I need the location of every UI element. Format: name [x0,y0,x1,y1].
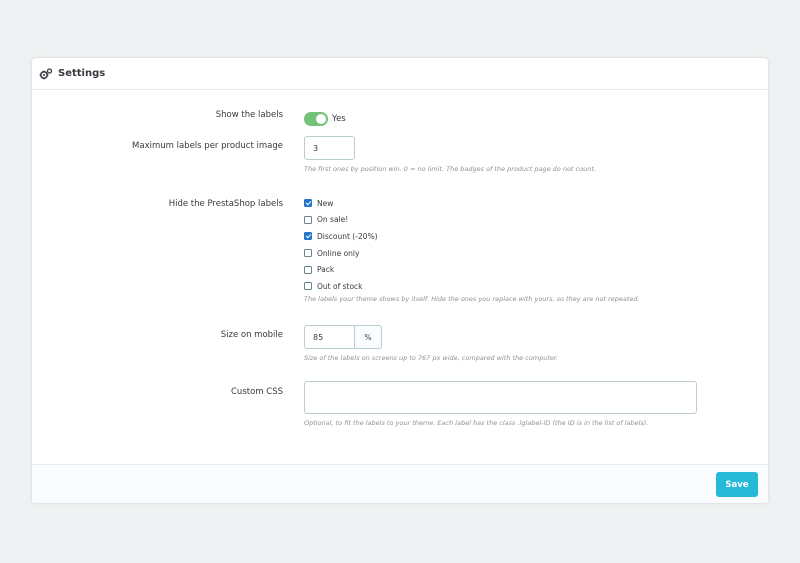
show-labels-state: Yes [332,113,346,124]
checkbox-unchecked[interactable] [304,249,312,258]
custom-css-control: Optional, to fit the labels to your them… [304,381,697,427]
size-mobile-label: Size on mobile [220,330,283,340]
show-labels-control: Yes [304,108,346,127]
size-mobile-input[interactable]: 85 [304,325,355,349]
custom-css-textarea[interactable] [304,381,697,414]
size-mobile-help: Size of the labels on screens up to 767 … [304,354,559,362]
hide-label-option[interactable]: Pack [304,261,640,278]
size-mobile-unit: % [355,325,382,349]
max-labels-help: The first ones by position win. 0 = no l… [304,165,596,173]
hide-label-option-text: New [317,198,334,208]
hide-label-option[interactable]: Discount (-20%) [304,228,640,245]
checkbox-unchecked[interactable] [304,282,312,291]
max-labels-control: 3 The first ones by position win. 0 = no… [304,136,596,173]
checkbox-checked[interactable] [304,232,312,241]
hide-label-option-text: Discount (-20%) [317,231,378,241]
max-labels-input[interactable]: 3 [304,136,355,160]
checkbox-unchecked[interactable] [304,215,312,224]
panel-header: Settings [32,58,768,90]
panel-footer: Save [32,464,768,503]
show-labels-label: Show the labels [215,110,283,120]
cogs-icon [39,67,53,81]
hide-labels-label: Hide the PrestaShop labels [168,199,283,209]
hide-label-option-text: On sale! [317,215,349,225]
panel-title: Settings [58,68,106,79]
save-button[interactable]: Save [716,472,758,497]
checkbox-checked[interactable] [304,199,312,208]
size-mobile-control: 85 % Size of the labels on screens up to… [304,325,558,362]
custom-css-help: Optional, to fit the labels to your them… [304,419,649,427]
hide-labels-options: New On sale! Discount (-20%) Online only Pac… [304,195,640,295]
settings-panel: Settings Show the labels Yes Maximum lab… [31,57,769,504]
hide-label-option-text: Pack [317,265,335,275]
hide-label-option-text: Online only [317,248,360,258]
hide-label-option[interactable]: Out of stock [304,278,640,295]
hide-label-option[interactable]: On sale! [304,212,640,229]
hide-label-option-text: Out of stock [317,281,363,291]
max-labels-label: Maximum labels per product image [132,141,283,151]
hide-label-option[interactable]: Online only [304,245,640,262]
custom-css-label: Custom CSS [231,387,283,397]
show-labels-switch[interactable] [304,111,328,126]
hide-label-option[interactable]: New [304,195,640,212]
hide-labels-control: New On sale! Discount (-20%) Online only Pac… [304,195,640,303]
checkbox-unchecked[interactable] [304,265,312,274]
hide-labels-help: The labels your theme shows by itself. H… [304,294,640,303]
size-mobile-group: 85 % [304,325,558,349]
